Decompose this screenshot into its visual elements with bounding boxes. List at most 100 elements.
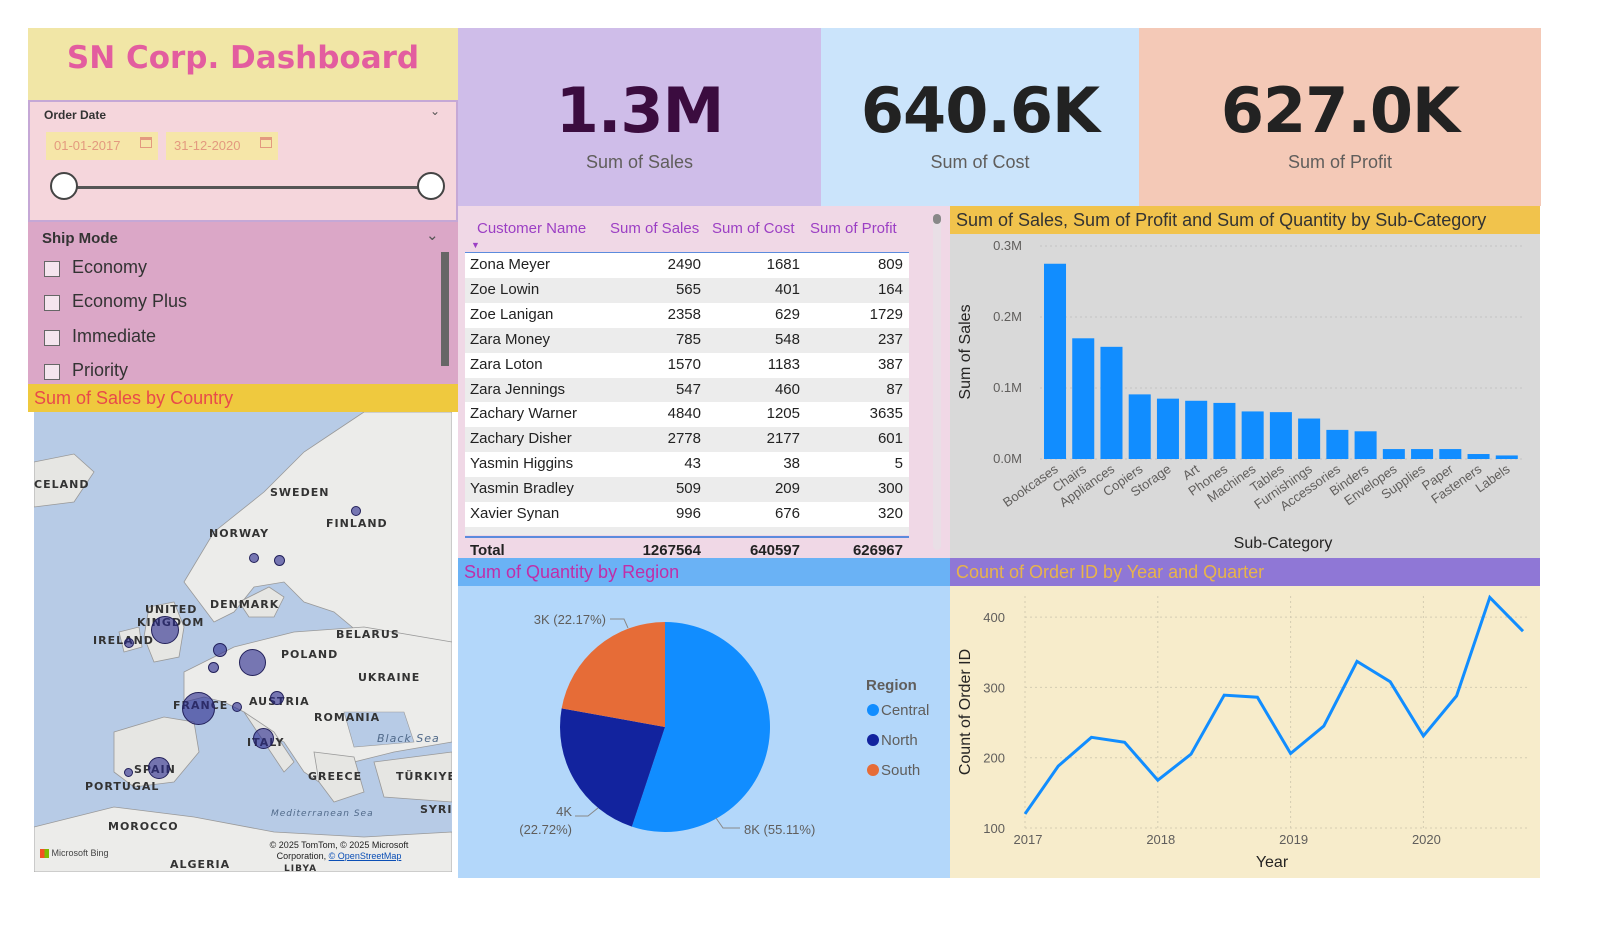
total-profit: 626967 [852, 542, 903, 559]
bar[interactable] [1100, 346, 1123, 459]
order-date-slicer[interactable]: Order Date ⌄ 01-01-2017 31-12-2020 [28, 100, 458, 222]
table-row[interactable]: Zona Meyer 2490 1681 809 [465, 253, 909, 278]
checkbox[interactable] [44, 295, 60, 311]
chevron-down-icon[interactable]: ⌄ [426, 226, 439, 244]
date-range-slider-track[interactable] [64, 186, 432, 189]
openstreetmap-link[interactable]: © OpenStreetMap [329, 851, 402, 861]
bar[interactable] [1467, 454, 1490, 459]
country-map[interactable]: CELAND SWEDEN FINLAND NORWAY UNITED KING… [34, 412, 452, 872]
table-row[interactable]: Zara Money 785 548 237 [465, 327, 909, 353]
map-bubble[interactable] [253, 728, 274, 749]
line-chart-panel[interactable]: 100 200 300 400 2017 2018 2019 2020 Year Count of… [950, 586, 1540, 878]
map-bubble[interactable] [274, 555, 285, 566]
cell-cost: 1183 [767, 355, 800, 373]
table-row[interactable]: Yasmin Bradley 509 209 300 [465, 477, 909, 503]
line-series[interactable] [1023, 594, 1525, 815]
sort-desc-icon[interactable]: ▼ [471, 240, 480, 250]
map-bubble[interactable] [239, 649, 266, 676]
bar[interactable] [1269, 412, 1292, 459]
map-label: SYRI [420, 803, 452, 816]
map-bubble[interactable] [151, 616, 179, 644]
column-header-customer[interactable]: Customer Name [477, 220, 586, 237]
leader-line[interactable] [715, 817, 740, 829]
bar[interactable] [1072, 338, 1095, 459]
bar[interactable] [1354, 431, 1377, 459]
map-bubble[interactable] [124, 638, 134, 648]
table-row[interactable]: Zara Jennings 547 460 87 [465, 377, 909, 403]
pie-chart-panel[interactable]: 8K (55.11%) 4K (22.72%) 3K (22.17%) Region Ce… [458, 586, 950, 878]
legend-marker[interactable] [867, 764, 879, 776]
table-row[interactable]: Yasmin Higgins 43 38 5 [465, 452, 909, 478]
y-axis-title: Sum of Sales [957, 304, 974, 399]
map-bubble[interactable] [213, 643, 227, 657]
table-scrollbar-thumb[interactable] [933, 214, 941, 224]
table-row[interactable]: Zachary Warner 4840 1205 3635 [465, 402, 909, 428]
cell-profit: 601 [877, 430, 903, 448]
column-header-cost[interactable]: Sum of Cost [712, 220, 795, 237]
end-date-input[interactable]: 31-12-2020 [166, 132, 278, 160]
bar[interactable] [1241, 411, 1264, 459]
column-header-profit[interactable]: Sum of Profit [810, 220, 897, 237]
cell-cost: 548 [774, 330, 800, 348]
bar[interactable] [1044, 263, 1067, 459]
bar[interactable] [1495, 455, 1518, 459]
map-bubble[interactable] [351, 506, 361, 516]
column-header-sales[interactable]: Sum of Sales [610, 220, 699, 237]
map-bubble[interactable] [270, 691, 284, 705]
map-label: LIBYA [284, 864, 318, 872]
bar[interactable] [1128, 394, 1151, 459]
bar[interactable] [1298, 418, 1321, 459]
table-row[interactable]: Zoe Lowin 565 401 164 [465, 277, 909, 303]
checkbox[interactable] [44, 261, 60, 277]
ship-mode-scrollbar[interactable] [441, 252, 449, 366]
table-row[interactable]: Zara Loton 1570 1183 387 [465, 352, 909, 378]
cell-profit: 164 [877, 280, 903, 298]
bar[interactable] [1411, 449, 1434, 459]
map-bubble[interactable] [249, 553, 259, 563]
pie-chart[interactable]: 8K (55.11%) 4K (22.72%) 3K (22.17%) Region Ce… [458, 586, 950, 878]
bar[interactable] [1185, 400, 1208, 459]
x-axis-title: Year [1256, 854, 1289, 871]
start-date-input[interactable]: 01-01-2017 [46, 132, 158, 160]
legend-marker[interactable] [867, 704, 879, 716]
table-row[interactable]: Xavier Synan 996 676 320 [465, 502, 909, 527]
table-row[interactable]: Zachary Disher 2778 2177 601 [465, 427, 909, 453]
calendar-icon[interactable] [140, 137, 152, 148]
map-bubble[interactable] [208, 662, 219, 673]
leader-line[interactable] [610, 618, 629, 629]
bar[interactable] [1439, 449, 1462, 459]
cell-profit: 87 [886, 380, 903, 398]
ship-mode-slicer[interactable]: Ship Mode ⌄ Economy Economy Plus Immedia… [28, 222, 458, 384]
map-bubble[interactable] [148, 757, 170, 779]
calendar-icon[interactable] [260, 137, 272, 148]
checkbox[interactable] [44, 330, 60, 346]
bar[interactable] [1156, 398, 1179, 459]
cell-sales: 2490 [667, 256, 701, 273]
date-slider-end-handle[interactable] [417, 172, 445, 200]
dashboard-title-panel: SN Corp. Dashboard [28, 28, 458, 100]
bar[interactable] [1326, 429, 1349, 459]
map-bubble[interactable] [124, 768, 133, 777]
y-tick-label: 0.1M [993, 380, 1022, 395]
cell-customer-name: Zoe Lowin [470, 280, 540, 298]
leader-line[interactable] [575, 807, 599, 817]
checkbox[interactable] [44, 364, 60, 380]
legend-marker[interactable] [867, 734, 879, 746]
kpi-card-profit[interactable]: 627.0K Sum of Profit [1139, 28, 1541, 206]
bar-chart[interactable]: 0.0M0.1M0.2M0.3MBookcasesChairsAppliance… [950, 234, 1540, 558]
map-label: Mediterranean Sea [271, 809, 374, 819]
bar-chart-panel[interactable]: 0.0M 0.1M 0.2M 0.3M Bookcases Chairs Appliance… [950, 234, 1540, 558]
cell-cost: 209 [774, 480, 800, 498]
kpi-card-cost[interactable]: 640.6K Sum of Cost [821, 28, 1139, 206]
line-chart[interactable]: 100 200 300 400 2017 2018 2019 2020 Year Count of… [950, 586, 1540, 878]
chevron-down-icon[interactable]: ⌄ [430, 104, 440, 118]
table-row[interactable]: Zoe Lanigan 2358 629 1729 [465, 302, 909, 328]
data-label: (22.72%) [519, 822, 572, 837]
map-bubble[interactable] [232, 702, 242, 712]
kpi-card-sales[interactable]: 1.3M Sum of Sales [458, 28, 821, 206]
date-slider-start-handle[interactable] [50, 172, 78, 200]
bar[interactable] [1382, 449, 1405, 459]
map-bubble[interactable] [182, 692, 215, 725]
table-scrollbar[interactable] [933, 214, 941, 550]
bar[interactable] [1213, 402, 1236, 459]
